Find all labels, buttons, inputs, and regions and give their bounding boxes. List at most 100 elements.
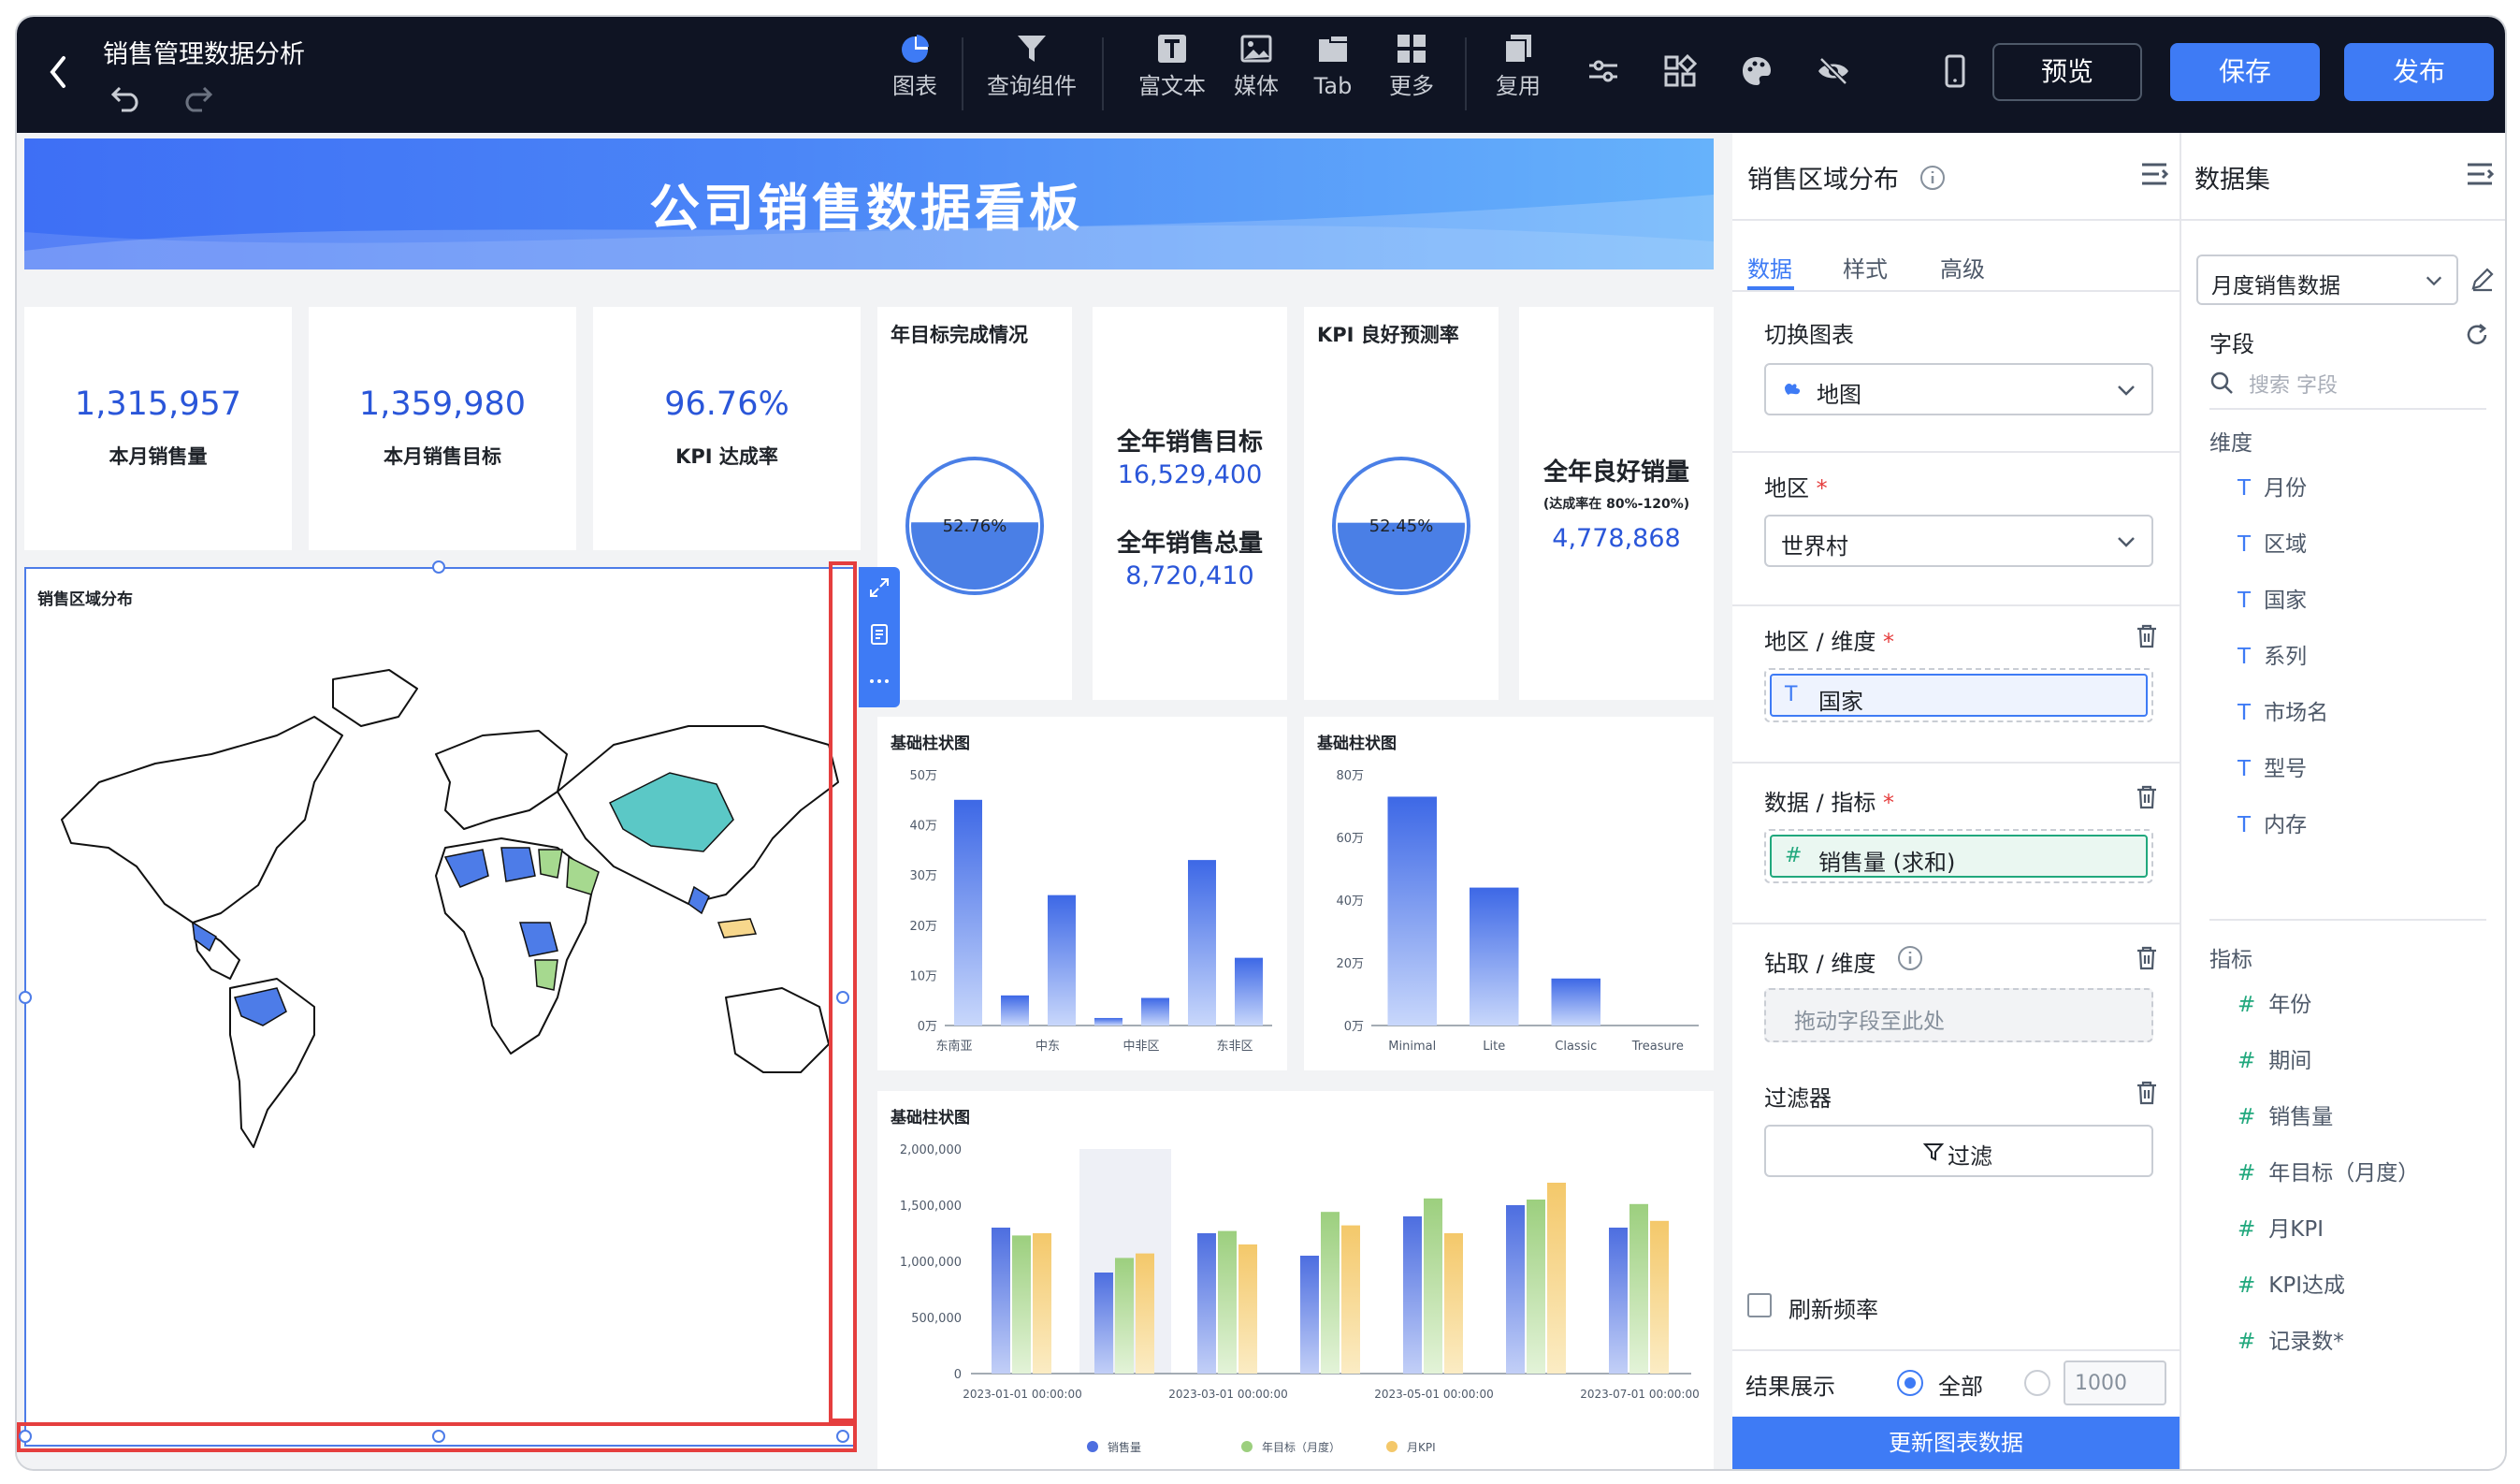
australia[interactable] — [725, 987, 830, 1073]
info-icon[interactable] — [1919, 165, 1946, 191]
tool-tab[interactable]: Tab — [1300, 32, 1366, 118]
expand-icon[interactable] — [868, 576, 891, 599]
metric-field-item[interactable]: # 期间 — [2238, 1042, 2311, 1074]
north-america[interactable] — [61, 716, 343, 924]
kpi-card[interactable]: 1,315,957 本月销售量 — [24, 307, 292, 550]
tool-media[interactable]: 媒体 — [1224, 32, 1289, 118]
bar-2 — [1136, 1253, 1154, 1374]
bar-chart-product[interactable]: 基础柱状图 80万 60万 40万 20万 0万 Minimal Lite Classic Tr… — [1304, 717, 1714, 1070]
more-icon[interactable] — [868, 670, 891, 692]
metric-field-item[interactable]: # KPI达成 — [2238, 1267, 2345, 1299]
chart-type-select[interactable]: 地图 — [1764, 363, 2153, 415]
trash-icon[interactable] — [2135, 623, 2159, 649]
redo-icon[interactable] — [181, 84, 213, 112]
result-limit-input[interactable]: 1000 — [2064, 1360, 2166, 1405]
region-select[interactable]: 世界村 — [1764, 515, 2153, 567]
dimension-field-item[interactable]: T 内存 — [2238, 807, 2307, 838]
resize-handle[interactable] — [19, 991, 32, 1004]
metric-field-item[interactable]: # 月KPI — [2238, 1211, 2324, 1243]
layout-icon[interactable] — [1663, 54, 1697, 88]
bar — [1235, 957, 1263, 1026]
dataset-select[interactable]: 月度销售数据 — [2196, 255, 2458, 305]
result-all-radio[interactable] — [1897, 1370, 1923, 1396]
refresh-icon[interactable] — [2464, 322, 2490, 348]
refresh-checkbox[interactable] — [1747, 1293, 1772, 1317]
tool-query[interactable]: 查询组件 — [980, 32, 1083, 118]
y-tick-label: 1,000,000 — [900, 1256, 962, 1270]
metric-drop-zone[interactable]: # 销售量 (求和) — [1764, 829, 2153, 883]
save-button[interactable]: 保存 — [2170, 43, 2320, 101]
tab-advanced[interactable]: 高级 — [1940, 251, 1985, 284]
resize-handle[interactable] — [432, 560, 445, 574]
resize-handle[interactable] — [836, 1430, 849, 1443]
tool-richtext[interactable]: 富文本 — [1130, 32, 1214, 118]
map-card[interactable]: 销售区域分布 — [24, 567, 855, 1447]
drill-drop-zone[interactable]: 拖动字段至此处 — [1764, 988, 2153, 1042]
metric-field-item[interactable]: # 销售量 — [2238, 1098, 2333, 1130]
dimension-field-chip[interactable]: T 国家 — [1770, 674, 2148, 717]
resize-handle[interactable] — [836, 991, 849, 1004]
document-icon[interactable] — [868, 623, 891, 646]
annual-gauge-card[interactable]: 年目标完成情况 52.76% — [877, 307, 1072, 700]
resize-handle[interactable] — [432, 1430, 445, 1443]
field-search-input[interactable]: 搜索 字段 — [2249, 369, 2338, 399]
sliders-icon[interactable] — [1586, 54, 1620, 88]
mobile-icon[interactable] — [1938, 54, 1972, 88]
trash-icon[interactable] — [2135, 1080, 2159, 1106]
annual-totals-card[interactable]: 全年销售目标 16,529,400 全年销售总量 8,720,410 — [1093, 307, 1287, 700]
tab-style[interactable]: 样式 — [1843, 251, 1888, 284]
dimension-field-item[interactable]: T 国家 — [2238, 582, 2307, 614]
collapse-panel-icon[interactable] — [2140, 161, 2168, 187]
region-egypt[interactable] — [538, 849, 563, 879]
region-arabia[interactable] — [566, 855, 600, 895]
filter-button[interactable]: 过滤 — [1764, 1125, 2153, 1177]
update-chart-button[interactable]: 更新图表数据 — [1732, 1417, 2180, 1469]
world-map[interactable] — [34, 642, 847, 1166]
metric-field-item[interactable]: # 记录数* — [2238, 1323, 2344, 1355]
publish-button[interactable]: 发布 — [2344, 43, 2494, 101]
edit-icon[interactable] — [2469, 266, 2496, 292]
kpi-card[interactable]: 1,359,980 本月销售目标 — [309, 307, 576, 550]
dimension-drop-zone[interactable]: T 国家 — [1764, 668, 2153, 722]
greenland[interactable] — [332, 669, 418, 727]
preview-button[interactable]: 预览 — [1992, 43, 2142, 101]
good-sales-card[interactable]: 全年良好销量 (达成率在 80%-120%) 4,778,868 — [1519, 307, 1714, 700]
dimension-field-item[interactable]: T 区域 — [2238, 526, 2307, 558]
bar-2 — [1547, 1183, 1566, 1374]
region-east-africa[interactable] — [534, 959, 558, 991]
kpi-card[interactable]: 96.76% KPI 达成率 — [593, 307, 861, 550]
tool-richtext-label: 富文本 — [1138, 73, 1206, 99]
info-icon[interactable] — [1897, 945, 1923, 971]
dimension-field-item[interactable]: T 型号 — [2238, 750, 2307, 782]
banner[interactable]: 公司销售数据看板 — [24, 138, 1714, 269]
bar-2 — [1650, 1220, 1669, 1374]
europe[interactable] — [435, 730, 568, 830]
metric-field-chip[interactable]: # 销售量 (求和) — [1770, 835, 2148, 878]
trash-icon[interactable] — [2135, 784, 2159, 810]
eye-off-icon[interactable] — [1817, 54, 1850, 88]
collapse-panel-icon[interactable] — [2466, 161, 2494, 187]
dimension-field-item[interactable]: T 系列 — [2238, 638, 2307, 670]
metric-field-item[interactable]: # 年目标（月度） — [2238, 1155, 2419, 1186]
radio-dot — [1904, 1377, 1916, 1389]
toolbar-divider — [1102, 37, 1104, 110]
grouped-bar-card[interactable]: 基础柱状图 2,000,000 1,500,000 1,000,000 500,000… — [877, 1091, 1714, 1469]
tab-data[interactable]: 数据 — [1747, 251, 1792, 284]
resize-handle[interactable] — [19, 1430, 32, 1443]
result-limit-radio[interactable] — [2024, 1370, 2050, 1396]
bar-chart-card[interactable]: 基础柱状图 50万 40万 30万 20万 10万 0万 东南亚 中东 中非区 东非区 — [877, 717, 1287, 1070]
metrics-label: 指标 — [2209, 948, 2252, 972]
tool-reuse[interactable]: 复用 — [1485, 32, 1551, 118]
palette-icon[interactable] — [1740, 54, 1774, 88]
dimension-field-item[interactable]: T 月份 — [2238, 470, 2307, 502]
tool-more[interactable]: 更多 — [1379, 32, 1444, 118]
tool-chart[interactable]: 图表 — [877, 32, 952, 118]
region-north-africa[interactable] — [500, 847, 536, 882]
back-icon[interactable] — [45, 51, 73, 94]
dimension-field-item[interactable]: T 市场名 — [2238, 694, 2328, 726]
kpi-forecast-card[interactable]: KPI 良好预测率 52.45% — [1304, 307, 1499, 700]
trash-icon[interactable] — [2135, 945, 2159, 971]
region-indonesia[interactable] — [717, 918, 758, 938]
undo-icon[interactable] — [110, 84, 142, 112]
metric-field-item[interactable]: # 年份 — [2238, 986, 2311, 1018]
